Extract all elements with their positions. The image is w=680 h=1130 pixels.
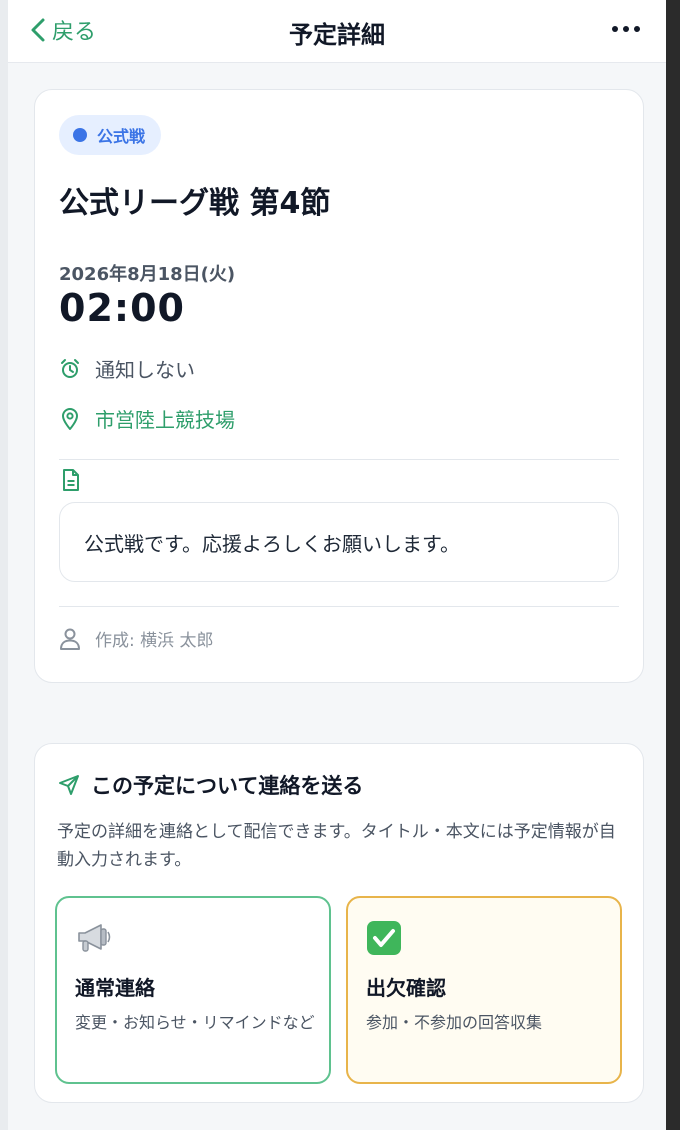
document-icon [63,469,79,491]
more-dot-icon [623,26,629,32]
badge-dot-icon [73,128,87,142]
notification-text: 通知しない [95,358,195,382]
event-time: 02:00 [59,286,185,330]
more-dot-icon [634,26,640,32]
window-edge-right [666,0,680,1130]
option-label: 出欠確認 [366,976,446,1000]
memo-text: 公式戦です。応援よろしくお願いします。 [84,531,460,556]
more-options-button[interactable] [612,26,640,32]
author-info: 作成: 横浜 太郎 [59,626,214,651]
send-message-card: この予定について連絡を送る 予定の詳細を連絡として配信できます。タイトル・本文に… [34,743,644,1103]
divider [59,459,619,460]
check-mark-icon [367,921,401,955]
event-detail-card: 公式戦 公式リーグ戦 第4節 2026年8月18日(火) 02:00 通知しない… [34,89,644,683]
alarm-clock-icon [61,358,79,378]
author-text: 作成: 横浜 太郎 [95,631,214,651]
send-title-text: この予定について連絡を送る [91,774,364,798]
location-text: 市営陸上競技場 [95,408,235,432]
send-description: 予定の詳細を連絡として配信できます。タイトル・本文には予定情報が自動入力されます… [57,822,616,870]
map-pin-icon [62,407,78,430]
window-edge-left [0,0,8,1130]
option-description: 参加・不参加の回答収集 [366,1013,543,1032]
normal-message-button[interactable]: 通常連絡 変更・お知らせ・リマインドなど [55,896,331,1084]
attendance-check-button[interactable]: 出欠確認 参加・不参加の回答収集 [346,896,622,1084]
option-label: 通常連絡 [75,976,155,1000]
notification-setting: 通知しない [59,354,195,383]
event-title: 公式リーグ戦 第4節 [59,186,331,221]
user-icon [60,628,80,650]
divider [59,606,619,607]
megaphone-icon [78,924,111,952]
page-title: 予定詳細 [289,21,385,49]
send-section-title: この予定について連絡を送る [57,770,363,800]
badge-label: 公式戦 [97,127,146,146]
option-description: 変更・お知らせ・リマインドなど [75,1013,315,1032]
event-date: 2026年8月18日(火) [59,264,236,285]
paper-plane-icon [59,775,79,795]
event-type-badge: 公式戦 [59,115,162,155]
location-link[interactable]: 市営陸上競技場 [59,404,235,433]
memo-box: 公式戦です。応援よろしくお願いします。 [59,502,619,582]
more-dot-icon [612,26,618,32]
top-bar: 戻る 予定詳細 [8,0,666,63]
